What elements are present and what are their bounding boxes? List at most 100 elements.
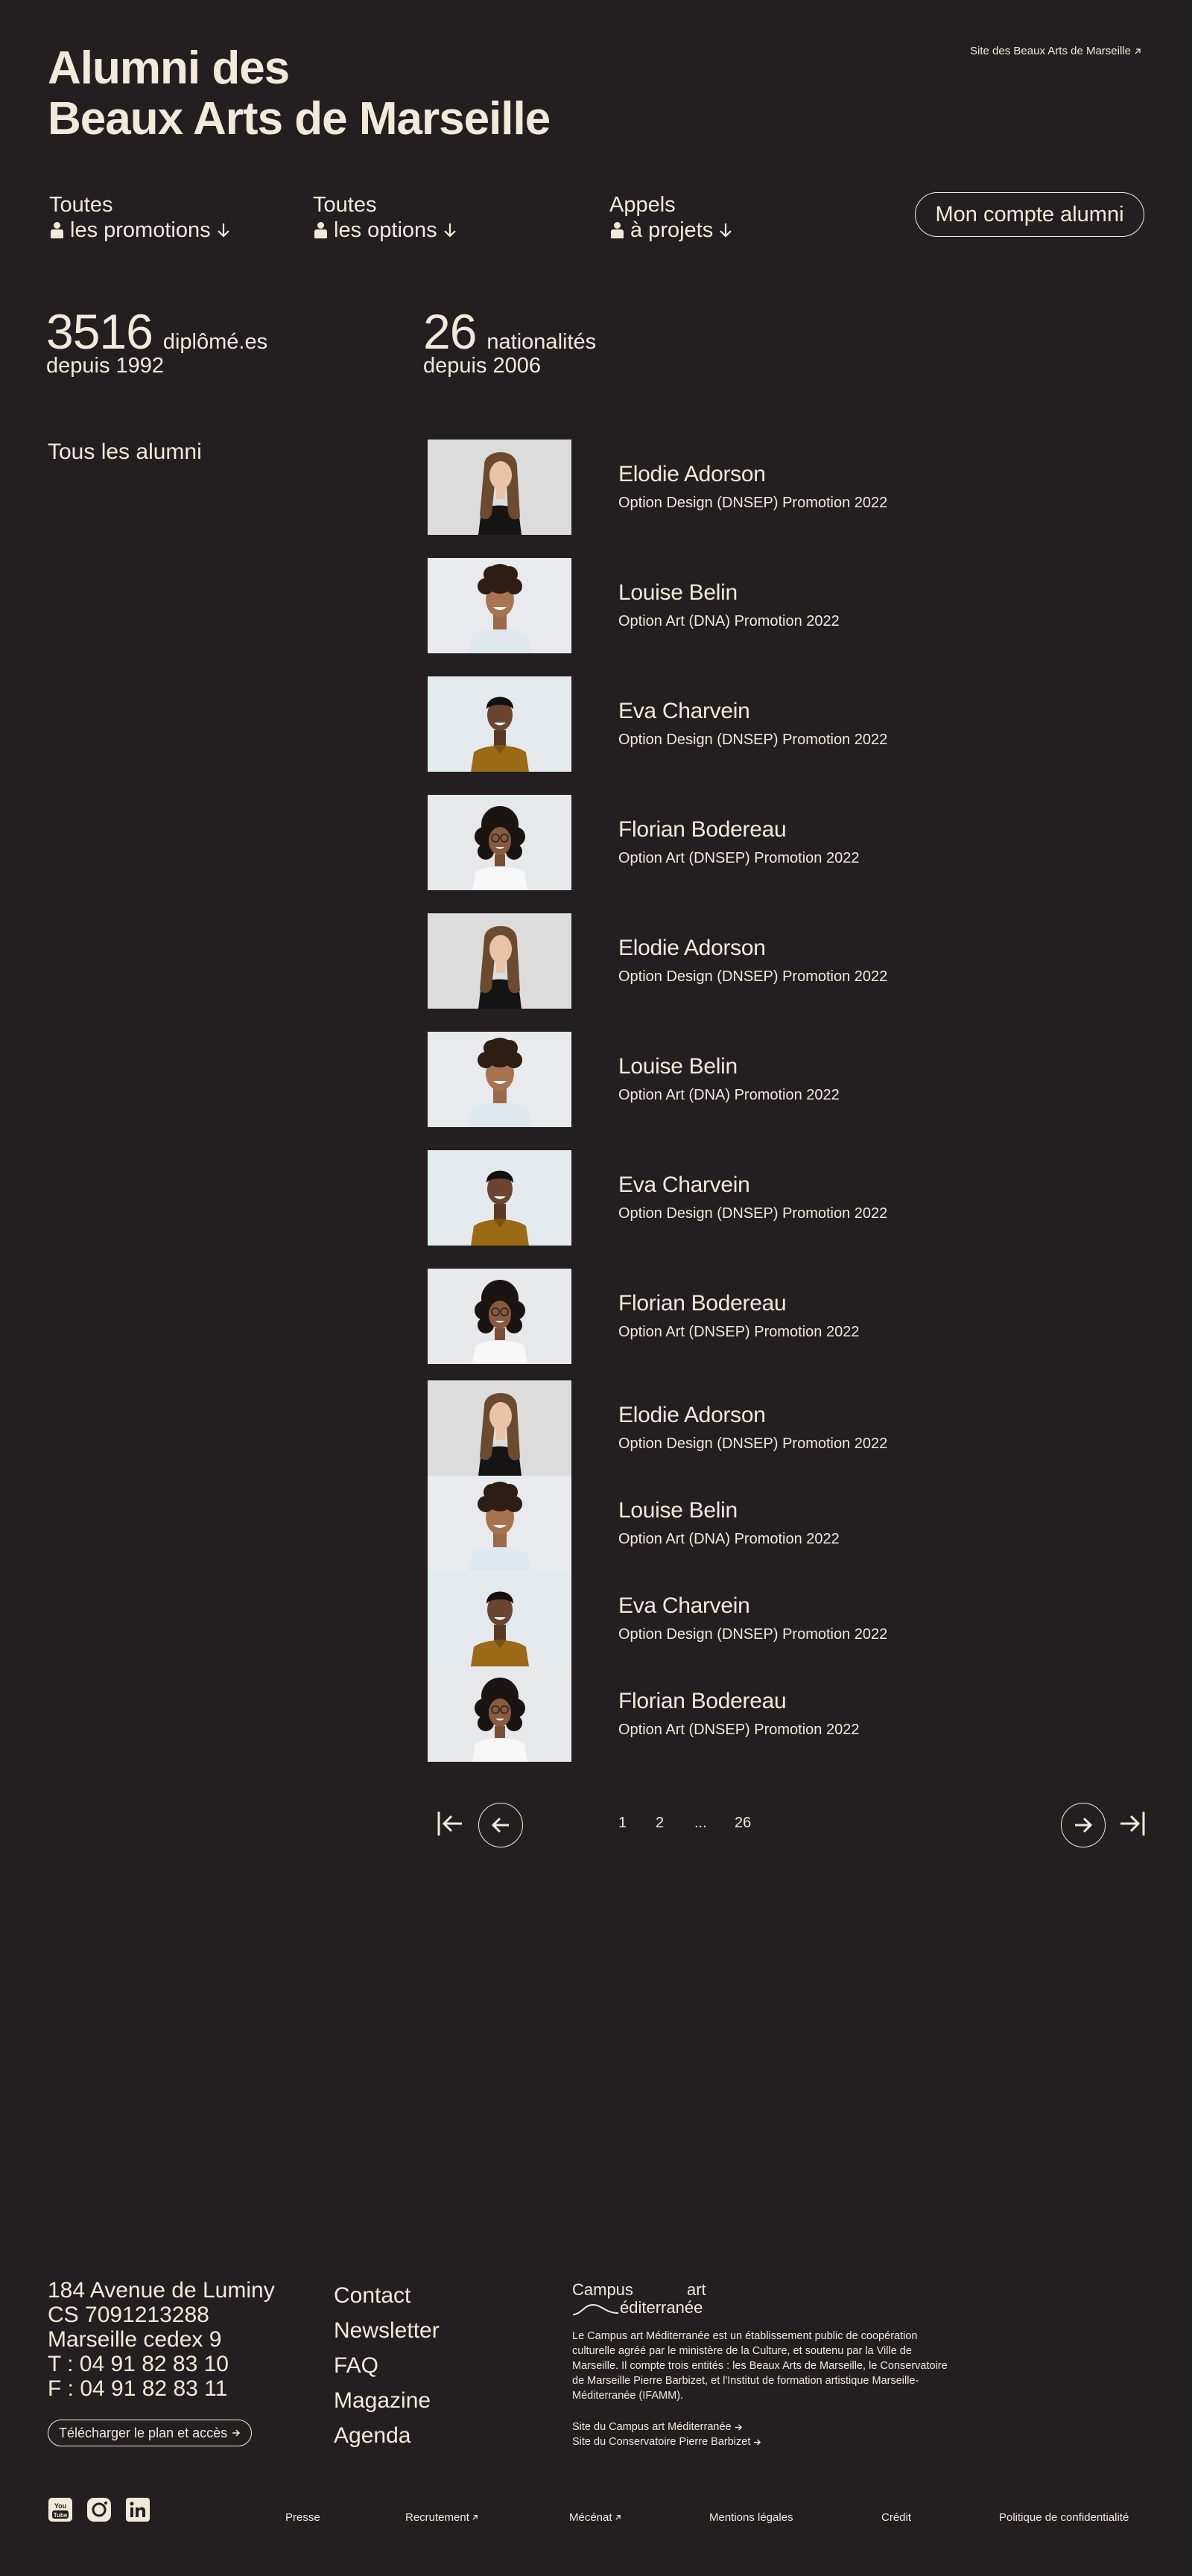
- footer-link-faq[interactable]: FAQ: [334, 2348, 440, 2383]
- alumni-info: Option Art (DNSEP) Promotion 2022: [618, 1722, 860, 1738]
- arrow-up-right-icon: [1135, 48, 1141, 54]
- alumni-item[interactable]: Florian Bodereau Option Art (DNSEP) Promo…: [428, 1269, 1173, 1364]
- filter-promotions[interactable]: Toutes les promotions: [49, 192, 230, 243]
- alumni-photo: [428, 1476, 571, 1571]
- footer-link-newsletter[interactable]: Newsletter: [334, 2313, 440, 2348]
- alumni-item[interactable]: Louise Belin Option Art (DNA) Promotion 2…: [428, 1476, 1173, 1571]
- page-2[interactable]: 2: [656, 1815, 664, 1832]
- alumni-name: Elodie Adorson: [618, 936, 766, 960]
- phone-line: T : 04 91 82 83 10: [48, 2352, 229, 2376]
- campus-site-link-label: Site du Campus art Méditerranée: [572, 2421, 732, 2433]
- arrow-down-icon: [443, 223, 456, 238]
- alumni-name: Florian Bodereau: [618, 817, 787, 842]
- instagram-icon[interactable]: [86, 2497, 112, 2522]
- filter-promotions-line2: les promotions: [70, 218, 211, 242]
- alumni-item[interactable]: Florian Bodereau Option Art (DNSEP) Promo…: [428, 1666, 1173, 1762]
- filter-calls-line2: à projets: [630, 218, 714, 242]
- last-page-button[interactable]: [1118, 1807, 1150, 1840]
- youtube-icon[interactable]: You Tube: [48, 2497, 73, 2522]
- bottom-link-privacy[interactable]: Politique de confidentialité: [999, 2511, 1129, 2524]
- footer-link-agenda[interactable]: Agenda: [334, 2418, 440, 2453]
- first-page-button[interactable]: [435, 1807, 468, 1840]
- arrow-right-icon: [735, 2423, 742, 2431]
- alumni-item[interactable]: Florian Bodereau Option Art (DNSEP) Promo…: [428, 795, 1173, 890]
- alumni-name: Louise Belin: [618, 1498, 738, 1523]
- arrow-down-icon: [720, 223, 732, 238]
- alumni-item[interactable]: Eva Charvein Option Design (DNSEP) Promot…: [428, 1571, 1173, 1666]
- alumni-photo: [428, 440, 571, 535]
- alumni-name: Florian Bodereau: [618, 1291, 787, 1316]
- bottom-link-mecenat[interactable]: Mécénat: [569, 2511, 621, 2524]
- alumni-item[interactable]: Elodie Adorson Option Design (DNSEP) Prom…: [428, 913, 1173, 1009]
- next-page-button[interactable]: [1061, 1803, 1106, 1847]
- footer-link-magazine[interactable]: Magazine: [334, 2383, 440, 2418]
- linkedin-icon[interactable]: [125, 2497, 150, 2522]
- alumni-photo: [428, 676, 571, 772]
- stat-nationalities-label: nationalités: [486, 330, 597, 354]
- stat-nationalities-number: 26: [423, 304, 477, 359]
- alumni-item[interactable]: Louise Belin Option Art (DNA) Promotion 2…: [428, 1032, 1173, 1127]
- stat-nationalities-since: depuis 2006: [423, 354, 542, 378]
- alumni-name: Eva Charvein: [618, 1593, 750, 1618]
- footer-link-contact[interactable]: Contact: [334, 2278, 440, 2313]
- conservatoire-site-link[interactable]: Site du Conservatoire Pierre Barbizet: [572, 2434, 761, 2449]
- stat-graduates-number: 3516: [46, 304, 153, 359]
- filter-options[interactable]: Toutes les options: [313, 192, 457, 243]
- campus-logo[interactable]: Campus art éditerranée: [572, 2281, 744, 2320]
- prev-page-button[interactable]: [478, 1803, 523, 1847]
- alumni-photo: [428, 913, 571, 1009]
- account-button[interactable]: Mon compte alumni: [915, 192, 1144, 237]
- stat-nationalities: 26 nationalités depuis 2006: [423, 305, 596, 378]
- bottom-link-label: Mentions légales: [709, 2511, 793, 2524]
- alumni-photo: [428, 1150, 571, 1246]
- footer-nav: Contact Newsletter FAQ Magazine Agenda: [334, 2278, 440, 2453]
- campus-logo-word: éditerranée: [620, 2298, 703, 2317]
- alumni-info: Option Design (DNSEP) Promotion 2022: [618, 1435, 888, 1452]
- alumni-info: Option Design (DNSEP) Promotion 2022: [618, 732, 888, 748]
- alumni-item[interactable]: Elodie Adorson Option Design (DNSEP) Prom…: [428, 1380, 1173, 1476]
- alumni-name: Eva Charvein: [618, 699, 750, 723]
- conservatoire-site-link-label: Site du Conservatoire Pierre Barbizet: [572, 2436, 751, 2448]
- arrow-last-icon: [1120, 1812, 1145, 1836]
- page-ellipsis: ...: [694, 1815, 707, 1831]
- address-line: 184 Avenue de Luminy: [48, 2278, 275, 2303]
- campus-links: Site du Campus art Méditerranée Site du …: [572, 2420, 761, 2449]
- page-title-line1: Alumni des: [48, 42, 290, 94]
- filter-calls-line1: Appels: [609, 193, 676, 217]
- download-plan-button[interactable]: Télécharger le plan et accès: [48, 2420, 253, 2446]
- alumni-item[interactable]: Louise Belin Option Art (DNA) Promotion 2…: [428, 558, 1173, 653]
- alumni-name: Louise Belin: [618, 1054, 738, 1079]
- alumni-name: Florian Bodereau: [618, 1689, 787, 1713]
- campus-logo-word: art: [687, 2280, 706, 2299]
- alumni-item[interactable]: Eva Charvein Option Design (DNSEP) Promot…: [428, 1150, 1173, 1246]
- alumni-photo: [428, 1380, 571, 1476]
- bottom-link-label: Mécénat: [569, 2511, 612, 2524]
- alumni-item[interactable]: Elodie Adorson Option Design (DNSEP) Prom…: [428, 440, 1173, 535]
- address-line: CS 7091213288: [48, 2303, 209, 2327]
- filter-calls[interactable]: Appels à projets: [609, 192, 732, 243]
- bottom-link-credit[interactable]: Crédit: [881, 2511, 911, 2524]
- bottom-link-label: Crédit: [881, 2511, 912, 2524]
- alumni-item[interactable]: Eva Charvein Option Design (DNSEP) Promot…: [428, 676, 1173, 772]
- site-link[interactable]: Site des Beaux Arts de Marseille: [970, 45, 1141, 57]
- person-icon: [609, 221, 624, 240]
- arrow-right-icon: [754, 2438, 761, 2446]
- alumni-info: Option Art (DNA) Promotion 2022: [618, 1531, 840, 1547]
- alumni-info: Option Design (DNSEP) Promotion 2022: [618, 968, 888, 985]
- bottom-link-mentions[interactable]: Mentions légales: [709, 2511, 793, 2524]
- bottom-link-recrutement[interactable]: Recrutement: [405, 2511, 478, 2524]
- page-26[interactable]: 26: [735, 1815, 751, 1832]
- page-1[interactable]: 1: [618, 1815, 627, 1832]
- filter-promotions-line1: Toutes: [49, 193, 113, 217]
- campus-description: Le Campus art Méditerranée est un établi…: [572, 2330, 948, 2402]
- alumni-photo: [428, 558, 571, 653]
- download-plan-label: Télécharger le plan et accès: [59, 2425, 228, 2440]
- arrow-up-right-icon: [615, 2515, 621, 2520]
- campus-site-link[interactable]: Site du Campus art Méditerranée: [572, 2420, 761, 2434]
- arrow-left-icon: [491, 1817, 509, 1833]
- filter-options-line1: Toutes: [313, 193, 377, 217]
- bottom-link-presse[interactable]: Presse: [285, 2511, 320, 2524]
- svg-text:You: You: [54, 2502, 66, 2510]
- wave-logo-mark: [572, 2303, 619, 2315]
- fax-line: F : 04 91 82 83 11: [48, 2376, 228, 2401]
